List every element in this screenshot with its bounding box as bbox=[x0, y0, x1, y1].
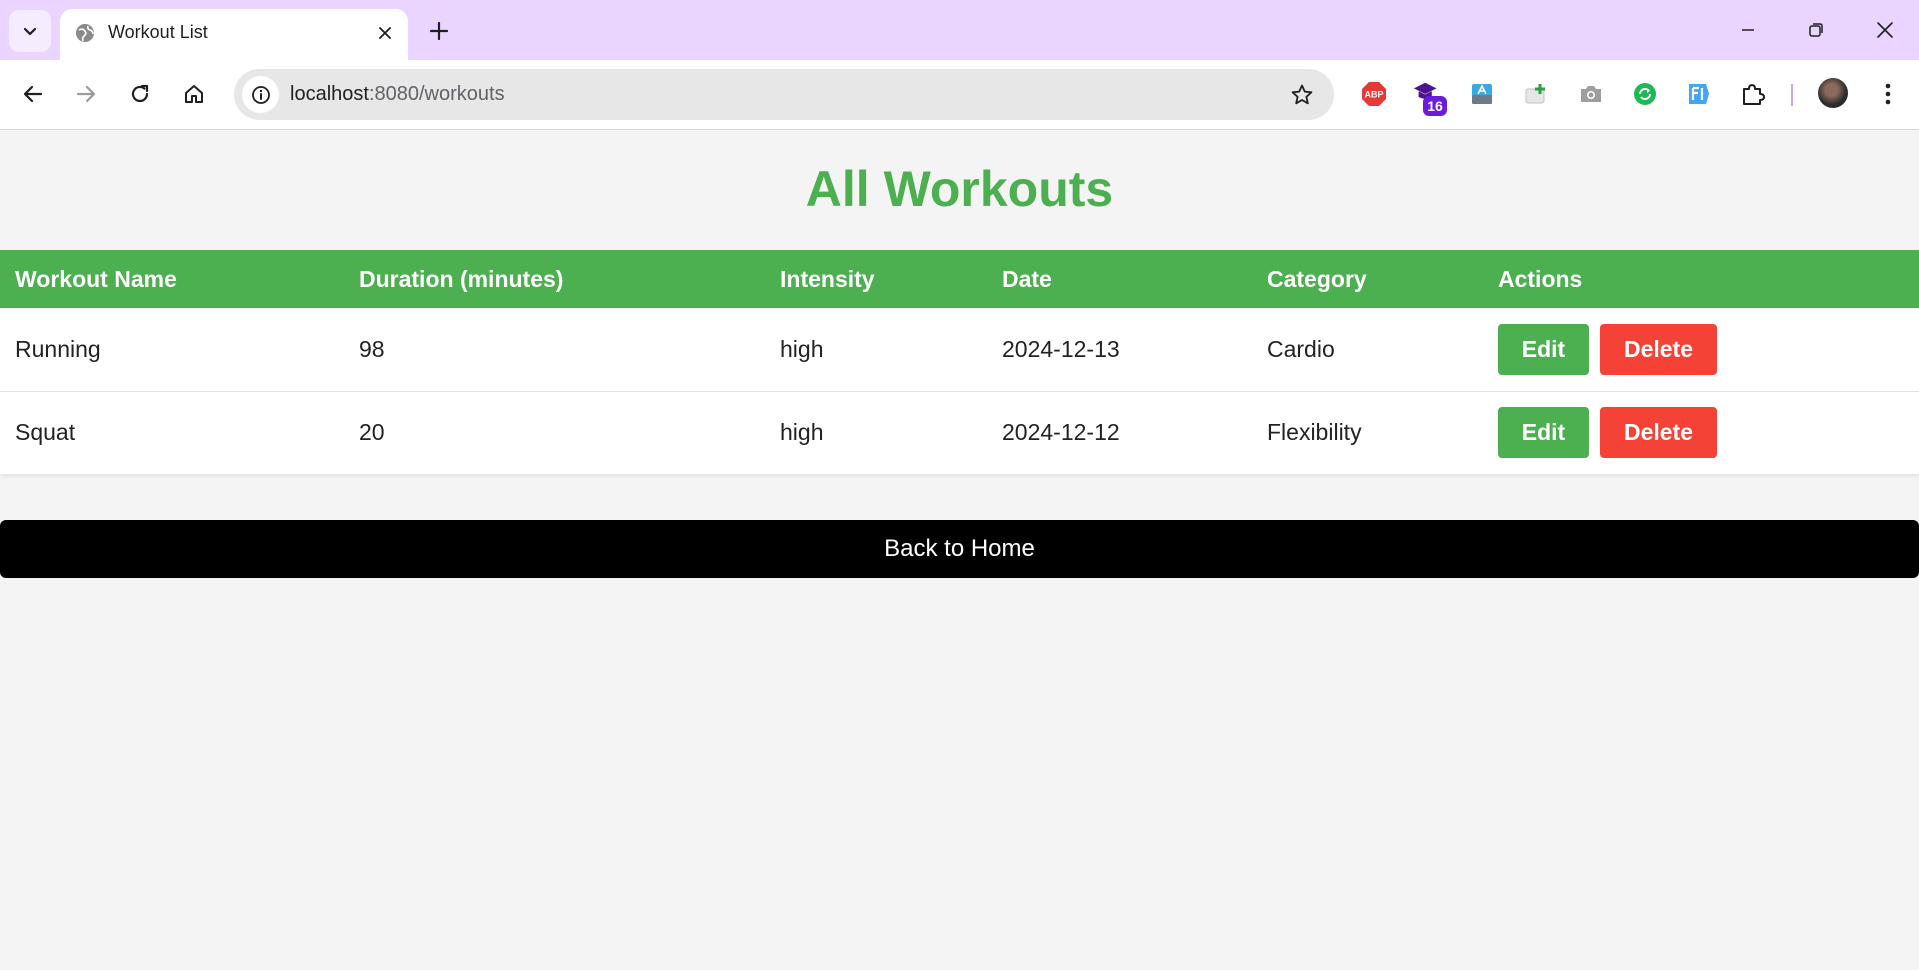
home-button[interactable] bbox=[174, 74, 214, 114]
table-row: Running 98 high 2024-12-13 Cardio Edit De… bbox=[0, 308, 1919, 391]
browser-tab-bar: Workout List bbox=[0, 0, 1919, 60]
minimize-icon bbox=[1742, 29, 1754, 31]
tab-title: Workout List bbox=[108, 22, 208, 42]
restore-button[interactable] bbox=[1789, 8, 1843, 52]
new-tab-button[interactable] bbox=[423, 15, 455, 47]
delete-button[interactable]: Delete bbox=[1600, 323, 1717, 375]
screenshot-extension-icon[interactable] bbox=[1575, 78, 1607, 110]
minimize-button[interactable] bbox=[1721, 8, 1775, 52]
back-button[interactable] bbox=[13, 74, 53, 114]
browser-tab[interactable]: Workout List bbox=[60, 9, 408, 60]
edit-button[interactable]: Edit bbox=[1498, 323, 1589, 375]
home-icon bbox=[185, 85, 203, 103]
table-header-row: Workout Name Duration (minutes) Intensit… bbox=[0, 250, 1919, 308]
translate-extension-icon[interactable] bbox=[1466, 78, 1498, 110]
header-actions: Actions bbox=[1498, 265, 1583, 292]
extensions-menu-button[interactable] bbox=[1737, 78, 1769, 110]
header-duration: Duration (minutes) bbox=[359, 265, 564, 292]
adblock-label: ABP bbox=[1364, 90, 1383, 100]
reload-icon bbox=[131, 84, 149, 103]
url-path: :8080/workouts bbox=[368, 83, 505, 105]
tab-search-button[interactable] bbox=[9, 10, 51, 52]
page-title: All Workouts bbox=[805, 161, 1114, 217]
info-icon bbox=[251, 85, 270, 104]
browser-menu-button[interactable] bbox=[1872, 78, 1904, 110]
fi-extension-icon[interactable] bbox=[1683, 78, 1715, 110]
site-info-button[interactable] bbox=[242, 76, 279, 113]
cell-category: Flexibility bbox=[1267, 419, 1362, 446]
profile-avatar[interactable] bbox=[1818, 78, 1848, 108]
cell-actions: Edit Delete bbox=[1483, 308, 1919, 391]
workouts-table: Workout Name Duration (minutes) Intensit… bbox=[0, 250, 1919, 474]
adblock-extension-icon[interactable]: ABP bbox=[1358, 78, 1390, 110]
star-icon bbox=[1291, 84, 1313, 105]
cell-date: 2024-12-13 bbox=[1002, 335, 1120, 362]
url-text[interactable]: localhost:8080/workouts bbox=[290, 83, 505, 106]
sync-extension-icon[interactable] bbox=[1629, 78, 1661, 110]
restore-icon bbox=[1809, 23, 1823, 37]
close-window-button[interactable] bbox=[1858, 8, 1912, 52]
cell-workout-name: Running bbox=[15, 335, 101, 362]
edit-button[interactable]: Edit bbox=[1498, 407, 1589, 459]
cell-intensity: high bbox=[780, 419, 824, 446]
kebab-menu-icon bbox=[1885, 83, 1891, 105]
header-intensity: Intensity bbox=[780, 265, 875, 292]
close-icon bbox=[379, 27, 391, 39]
address-bar[interactable]: localhost:8080/workouts bbox=[234, 69, 1334, 120]
browser-toolbar: localhost:8080/workouts ABP 16 bbox=[0, 60, 1919, 130]
url-host: localhost bbox=[290, 83, 369, 105]
back-to-home-button[interactable]: Back to Home bbox=[0, 520, 1919, 578]
plus-icon bbox=[429, 21, 449, 41]
add-page-extension-icon[interactable] bbox=[1520, 78, 1552, 110]
globe-icon bbox=[76, 24, 94, 42]
tab-close-button[interactable] bbox=[372, 20, 398, 46]
header-category: Category bbox=[1267, 265, 1367, 292]
arrow-left-icon bbox=[23, 85, 43, 103]
reload-button[interactable] bbox=[120, 74, 160, 114]
header-date: Date bbox=[1002, 265, 1052, 292]
cell-actions: Edit Delete bbox=[1483, 391, 1919, 474]
bookmark-button[interactable] bbox=[1288, 81, 1316, 109]
adblock-icon: ABP bbox=[1362, 82, 1386, 106]
close-icon bbox=[1877, 22, 1893, 38]
sync-icon bbox=[1634, 83, 1656, 105]
cell-category: Cardio bbox=[1267, 335, 1335, 362]
toolbar-divider bbox=[1791, 84, 1793, 106]
translate-icon bbox=[1472, 84, 1492, 104]
page-plus-icon bbox=[1525, 84, 1545, 104]
extension-badge: 16 bbox=[1423, 96, 1447, 116]
cell-workout-name: Squat bbox=[15, 419, 76, 446]
chevron-down-icon bbox=[23, 27, 37, 36]
puzzle-icon bbox=[1743, 84, 1765, 105]
header-workout-name: Workout Name bbox=[15, 265, 177, 292]
cell-duration: 98 bbox=[359, 335, 385, 362]
cell-intensity: high bbox=[780, 335, 824, 362]
cell-date: 2024-12-12 bbox=[1002, 419, 1120, 446]
camera-icon bbox=[1581, 86, 1601, 102]
delete-button[interactable]: Delete bbox=[1600, 407, 1717, 459]
arrow-right-icon bbox=[76, 85, 96, 103]
cell-duration: 20 bbox=[359, 419, 385, 446]
table-row: Squat 20 high 2024-12-12 Flexibility Edi… bbox=[0, 391, 1919, 474]
fi-icon bbox=[1689, 84, 1709, 104]
forward-button[interactable] bbox=[66, 74, 106, 114]
